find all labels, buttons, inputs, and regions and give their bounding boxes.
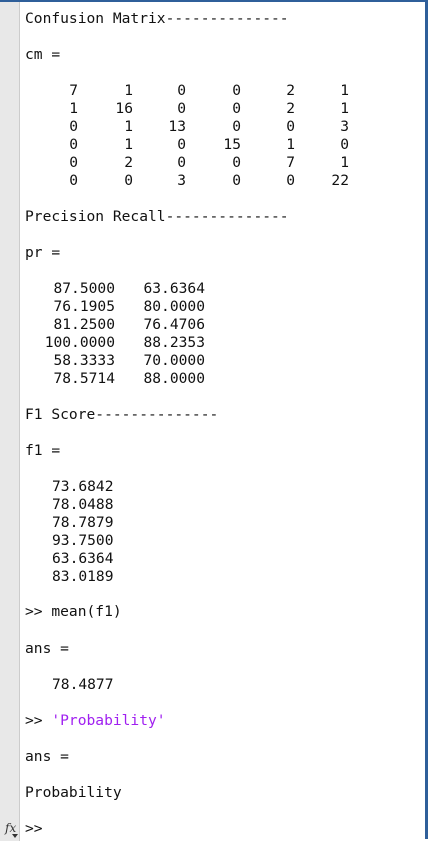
matrix-cell: 88.2353	[143, 334, 205, 351]
matrix-row: 0 1 0 15 1 0	[0, 136, 428, 154]
cm-assign: cm =	[25, 46, 61, 63]
matrix-row: 87.5000 63.6364	[0, 280, 428, 298]
string-literal: 'Probability'	[51, 712, 166, 729]
matrix-row: 100.0000 88.2353	[0, 334, 428, 352]
matrix-cell: 1	[69, 100, 78, 117]
command-text: mean(f1)	[51, 603, 122, 620]
matrix-cell: 1	[286, 136, 295, 153]
matrix-cell: 1	[124, 136, 133, 153]
matrix-cell: 70.0000	[143, 352, 205, 369]
matrix-cell: 78.5714	[53, 370, 115, 387]
matrix-cell: 0	[286, 118, 295, 135]
matrix-row: 7 1 0 0 2 1	[0, 82, 428, 100]
f1-value: 78.7879	[52, 514, 114, 531]
f1-value: 83.0189	[52, 568, 114, 585]
matrix-cell: 1	[340, 82, 349, 99]
ans-assign: ans =	[25, 640, 69, 657]
matrix-cell: 63.6364	[143, 280, 205, 297]
matrix-cell: 0	[177, 136, 186, 153]
matrix-cell: 0	[286, 172, 295, 189]
ans-assign: ans =	[25, 748, 69, 765]
matrix-row: 0 2 0 0 7 1	[0, 154, 428, 172]
matrix-cell: 0	[232, 82, 241, 99]
matrix-row: 78.5714 88.0000	[0, 370, 428, 388]
matrix-cell: 0	[232, 154, 241, 171]
f1-value: 63.6364	[52, 550, 114, 567]
matrix-cell: 76.4706	[143, 316, 205, 333]
matrix-cell: 0	[232, 100, 241, 117]
string-command-line: >> 'Probability'	[25, 712, 166, 730]
command-prompt[interactable]: >>	[25, 820, 43, 838]
matrix-cell: 0	[340, 136, 349, 153]
f1-value: 78.0488	[52, 496, 114, 513]
matrix-cell: 0	[69, 154, 78, 171]
matrix-cell: 7	[69, 82, 78, 99]
matrix-cell: 15	[223, 136, 241, 153]
matrix-cell: 1	[124, 82, 133, 99]
matrix-cell: 2	[286, 82, 295, 99]
ans-value: 78.4877	[52, 676, 114, 693]
matrix-cell: 0	[69, 136, 78, 153]
f1-header: F1 Score--------------	[25, 406, 219, 423]
matrix-cell: 2	[124, 154, 133, 171]
matrix-cell: 0	[177, 82, 186, 99]
matrix-cell: 58.3333	[53, 352, 115, 369]
matrix-cell: 2	[286, 100, 295, 117]
matrix-row: 0 1 13 0 0 3	[0, 118, 428, 136]
command-window[interactable]: Confusion Matrix-------------- cm = 7100…	[0, 0, 428, 841]
matrix-cell: 0	[177, 154, 186, 171]
ans-value: Probability	[25, 784, 122, 801]
pr-header: Precision Recall--------------	[25, 208, 289, 225]
matrix-cell: 0	[232, 172, 241, 189]
f1-assign: f1 =	[25, 442, 61, 459]
f1-value: 93.7500	[52, 532, 114, 549]
cm-header: Confusion Matrix--------------	[25, 10, 289, 27]
matrix-cell: 1	[124, 118, 133, 135]
matrix-cell: 1	[340, 154, 349, 171]
matrix-cell: 76.1905	[53, 298, 115, 315]
prompt: >>	[25, 712, 52, 729]
matrix-cell: 80.0000	[143, 298, 205, 315]
matrix-cell: 100.0000	[44, 334, 115, 351]
function-browser-dropdown-icon[interactable]	[12, 834, 18, 838]
matrix-cell: 0	[232, 118, 241, 135]
matrix-cell: 87.5000	[53, 280, 115, 297]
f1-value: 73.6842	[52, 478, 114, 495]
matrix-cell: 0	[177, 100, 186, 117]
matrix-cell: 16	[115, 100, 133, 117]
matrix-row: 1 16 0 0 2 1	[0, 100, 428, 118]
matrix-cell: 3	[340, 118, 349, 135]
matrix-row: 76.1905 80.0000	[0, 298, 428, 316]
matrix-cell: 81.2500	[53, 316, 115, 333]
matrix-cell: 88.0000	[143, 370, 205, 387]
matrix-cell: 0	[124, 172, 133, 189]
matrix-row: 58.3333 70.0000	[0, 352, 428, 370]
matrix-cell: 1	[340, 100, 349, 117]
matrix-cell: 7	[286, 154, 295, 171]
matrix-cell: 3	[177, 172, 186, 189]
matrix-cell: 0	[69, 118, 78, 135]
matrix-cell: 0	[69, 172, 78, 189]
prompt: >>	[25, 603, 52, 620]
mean-command-line: >> mean(f1)	[25, 603, 122, 621]
prompt: >>	[25, 820, 43, 837]
matrix-cell: 22	[331, 172, 349, 189]
matrix-cell: 13	[168, 118, 186, 135]
pr-assign: pr =	[25, 244, 61, 261]
matrix-row: 81.2500 76.4706	[0, 316, 428, 334]
matrix-row: 0 0 3 0 0 22	[0, 172, 428, 190]
